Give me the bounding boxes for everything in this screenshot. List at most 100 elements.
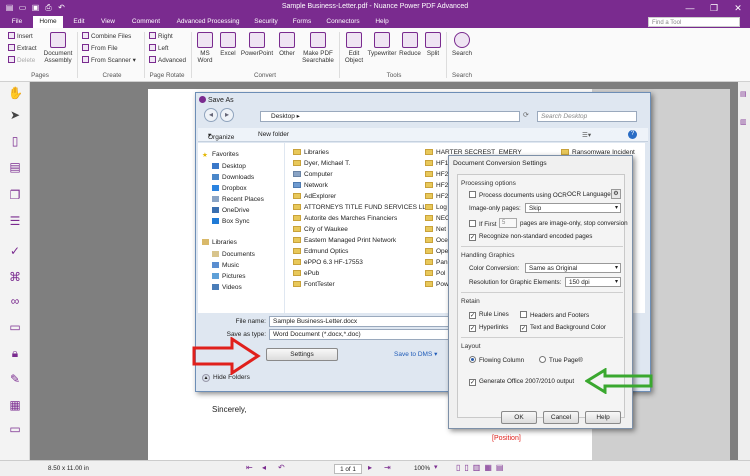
lock-icon[interactable]: 🔒︎ <box>8 346 22 360</box>
image-only-select[interactable]: Skip <box>525 203 621 213</box>
tab-comment[interactable]: Comment <box>126 16 166 28</box>
side-panel-icon[interactable]: ▤ <box>740 90 747 98</box>
page-indicator[interactable]: 1 of 1 <box>334 464 362 474</box>
combine-files-button[interactable]: Combine Files <box>82 32 131 40</box>
list-item[interactable]: Ope <box>425 248 448 255</box>
refresh-icon[interactable]: ⟳ <box>523 111 529 119</box>
tab-advanced-processing[interactable]: Advanced Processing <box>172 16 244 28</box>
first-page-icon[interactable]: ⇤ <box>246 463 253 472</box>
from-file-button[interactable]: From File <box>82 44 118 52</box>
insert-button[interactable]: Insert <box>8 32 33 40</box>
tab-forms[interactable]: Forms <box>288 16 316 28</box>
from-scanner-button[interactable]: From Scanner ▾ <box>82 56 136 64</box>
recognize-checkbox[interactable]: ✓ Recognize non-standard encoded pages <box>469 233 592 241</box>
ocr-language-button[interactable]: ⚙ <box>611 189 621 199</box>
list-item[interactable]: Computer <box>293 171 333 178</box>
nav-videos[interactable]: Videos <box>212 284 242 291</box>
next-page-icon[interactable]: ▸ <box>368 463 372 472</box>
organize-button[interactable]: Organize ▾ <box>208 131 234 141</box>
view-options-icon[interactable]: ☰▾ <box>582 131 591 139</box>
true-page-radio[interactable]: True Page® <box>539 356 583 364</box>
find-tool-input[interactable]: Find a Tool <box>648 17 740 27</box>
document-assembly-button[interactable]: Document Assembly <box>40 32 76 64</box>
tab-view[interactable]: View <box>95 16 121 28</box>
extract-button[interactable]: Extract <box>8 44 37 52</box>
edit-object-button[interactable]: Edit Object <box>342 32 366 64</box>
hyperlinks-checkbox[interactable]: ✓ Hyperlinks <box>469 324 508 332</box>
nav-dropbox[interactable]: Dropbox <box>212 185 247 192</box>
back-icon[interactable]: ◂ <box>204 108 218 122</box>
hand-icon[interactable]: ✋ <box>8 86 23 100</box>
tab-security[interactable]: Security <box>250 16 282 28</box>
list-item[interactable]: Libraries <box>293 149 329 156</box>
excel-button[interactable]: Excel <box>217 32 239 57</box>
tab-connectors[interactable]: Connectors <box>322 16 364 28</box>
form-icon[interactable]: ▦ <box>8 398 22 412</box>
signature-icon[interactable]: ✎ <box>8 372 22 386</box>
list-item[interactable]: Oce <box>425 237 448 244</box>
split-button[interactable]: Split <box>423 32 443 57</box>
list-item[interactable]: Autorite des Marches Financiers <box>293 215 397 222</box>
list-item[interactable]: ePPO 6.3 HF-17553 <box>293 259 363 266</box>
list-item[interactable]: FontTester <box>293 281 335 288</box>
previous-page-icon[interactable]: ◂ <box>262 463 266 472</box>
typewriter-button[interactable]: Typewriter <box>366 32 398 57</box>
nav-downloads[interactable]: Downloads <box>212 174 254 181</box>
list-item[interactable]: City of Waukee <box>293 226 348 233</box>
nav-box-sync[interactable]: Box Sync <box>212 218 249 225</box>
last-page-icon[interactable]: ⇥ <box>384 463 391 472</box>
text-background-checkbox[interactable]: ✓ Text and Background Color <box>520 324 606 332</box>
nav-pictures[interactable]: Pictures <box>212 273 245 280</box>
resolution-select[interactable]: 150 dpi <box>565 277 621 287</box>
new-folder-button[interactable]: New folder <box>258 131 289 138</box>
list-item[interactable]: AdExplorer <box>293 193 336 200</box>
page-icon[interactable]: ▯ <box>8 134 22 148</box>
address-bar[interactable]: Desktop ▸ <box>260 111 520 122</box>
list-item[interactable]: Pol <box>425 270 445 277</box>
flowing-column-radio[interactable]: Flowing Column <box>469 356 524 364</box>
list-item[interactable]: Pan <box>425 259 448 266</box>
libraries-header[interactable]: Libraries <box>202 239 237 246</box>
list-item[interactable]: HF2 <box>425 171 448 178</box>
list-item[interactable]: HF2 <box>425 193 448 200</box>
previous-view-icon[interactable]: ↶ <box>278 463 285 472</box>
list-item[interactable]: ePub <box>293 270 319 277</box>
reduce-button[interactable]: Reduce <box>398 32 422 57</box>
tab-edit[interactable]: Edit <box>66 16 92 28</box>
list-item[interactable]: HF2 <box>425 182 448 189</box>
save-to-dms-link[interactable]: Save to DMS ▾ <box>394 350 437 358</box>
color-conversion-select[interactable]: Same as Original <box>525 263 621 273</box>
zoom-dropdown-icon[interactable]: ▾ <box>434 463 438 471</box>
link-icon[interactable]: ∞ <box>8 294 22 308</box>
nav-desktop[interactable]: Desktop <box>212 163 246 170</box>
hide-folders-button[interactable]: ▲ Hide Folders <box>202 374 250 382</box>
nav-onedrive[interactable]: OneDrive <box>212 207 249 214</box>
search-input[interactable]: Search Desktop <box>537 111 637 122</box>
tab-home[interactable]: Home <box>33 16 63 28</box>
list-item[interactable]: Dyer, Michael T. <box>293 160 350 167</box>
ok-button[interactable]: OK <box>501 411 537 424</box>
list-item[interactable]: ATTORNEYS TITLE FUND SERVICES LLC <box>293 204 431 211</box>
list-item[interactable]: Pow <box>425 281 449 288</box>
tab-file[interactable]: File <box>6 16 28 28</box>
view-mode-icons[interactable]: ▯▯▥▦▤ <box>456 463 507 472</box>
tab-help[interactable]: Help <box>370 16 394 28</box>
help-icon[interactable]: ? <box>628 130 637 139</box>
search-button[interactable]: Search <box>450 32 474 57</box>
maximize-button[interactable]: ❐ <box>702 0 726 16</box>
list-item[interactable]: Network <box>293 182 328 189</box>
comment-icon[interactable]: ▭ <box>8 320 22 334</box>
side-panel-icon-2[interactable]: ▥ <box>740 118 747 126</box>
rotate-advanced-button[interactable]: Advanced <box>149 56 186 64</box>
favorites-header[interactable]: ★ Favorites <box>202 151 239 159</box>
rotate-left-button[interactable]: Left <box>149 44 169 52</box>
rotate-right-button[interactable]: Right <box>149 32 173 40</box>
nav-documents[interactable]: Documents <box>212 251 255 258</box>
bookmark-icon[interactable]: ▤ <box>8 160 22 174</box>
process-ocr-checkbox[interactable]: Process documents using OCR <box>469 191 567 199</box>
powerpoint-button[interactable]: PowerPoint <box>240 32 274 57</box>
pages-icon[interactable]: ❐ <box>8 188 22 202</box>
nav-music[interactable]: Music <box>212 262 239 269</box>
list-item[interactable]: HF1 <box>425 160 448 167</box>
collapse-panel-icon[interactable]: ▭ <box>8 422 22 436</box>
